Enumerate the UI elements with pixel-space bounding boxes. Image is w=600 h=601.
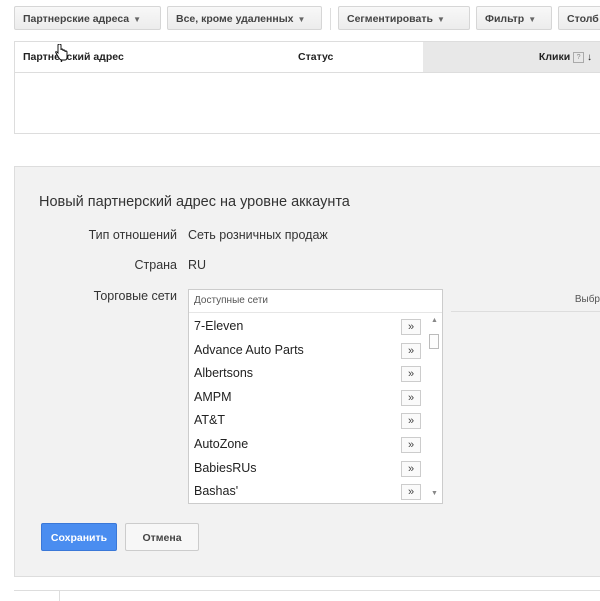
col-partner-address[interactable]: Партнерский адрес <box>23 42 124 72</box>
add-network-button[interactable]: » <box>401 389 421 406</box>
add-network-button[interactable]: » <box>401 460 421 477</box>
add-network-button[interactable]: » <box>401 484 421 501</box>
networks-list: 7-Eleven» Advance Auto Parts» Albertsons» A… <box>189 315 425 504</box>
col-status[interactable]: Статус <box>298 42 333 72</box>
chevron-down-icon: ▼ <box>297 15 306 24</box>
network-name: AMPM <box>194 389 232 404</box>
filter-label: Фильтр <box>485 13 525 25</box>
add-network-button[interactable]: » <box>401 413 421 430</box>
partner-addresses-table: Партнерский адрес Статус Клики ? ↓ <box>14 41 600 134</box>
chevron-down-icon: ▼ <box>528 15 537 24</box>
chevron-down-icon: ▼ <box>133 15 142 24</box>
segment-dropdown[interactable]: Сегментировать ▼ <box>338 6 470 30</box>
network-name: BabiesRUs <box>194 460 257 475</box>
list-item: 7-Eleven » <box>189 315 425 339</box>
network-name: Albertsons <box>194 366 254 381</box>
table-header: Партнерский адрес Статус Клики ? ↓ <box>15 42 600 73</box>
columns-dropdown[interactable]: Столб <box>558 6 600 30</box>
scroll-down-icon[interactable]: ▼ <box>431 490 438 497</box>
divider <box>59 591 60 601</box>
list-item: AutoZone » <box>189 433 425 457</box>
relation-type-label: Тип отношений <box>88 228 177 242</box>
add-network-button[interactable]: » <box>401 319 421 335</box>
segment-label: Сегментировать <box>347 13 433 25</box>
scroll-thumb[interactable] <box>429 334 439 349</box>
new-partner-address-form: Новый партнерский адрес на уровне аккаун… <box>14 166 600 577</box>
country-value: RU <box>188 258 207 272</box>
list-item: Bashas' » <box>189 480 425 504</box>
status-filter-label: Все, кроме удаленных <box>176 13 294 25</box>
relation-type-value: Сеть розничных продаж <box>188 228 328 242</box>
list-item: AMPM » <box>189 386 425 410</box>
network-name: Advance Auto Parts <box>194 342 304 357</box>
add-network-button[interactable]: » <box>401 436 421 453</box>
selected-networks-header: Выбр <box>451 289 600 312</box>
help-icon[interactable]: ? <box>573 51 585 63</box>
col-clicks-label: Клики <box>538 51 571 63</box>
col-clicks[interactable]: Клики ? ↓ <box>423 42 600 72</box>
filter-dropdown[interactable]: Фильтр ▼ <box>476 6 552 30</box>
network-name: AutoZone <box>194 436 249 451</box>
toolbar-divider <box>330 8 331 30</box>
columns-label: Столб <box>567 13 599 25</box>
list-item: AT&T » <box>189 409 425 433</box>
chevron-down-icon: ▼ <box>436 15 445 24</box>
sort-down-icon: ↓ <box>587 52 592 63</box>
network-name: 7-Eleven <box>194 319 244 333</box>
networks-scrollbar[interactable]: ▲ ▼ <box>427 315 442 501</box>
networks-label: Торговые сети <box>93 289 177 303</box>
available-networks-header: Доступные сети <box>189 290 442 313</box>
available-networks-list: Доступные сети 7-Eleven» Advance Auto Par… <box>188 289 443 504</box>
network-name: AT&T <box>194 413 226 428</box>
add-network-button[interactable]: » <box>401 366 421 383</box>
save-button[interactable]: Сохранить <box>41 523 117 551</box>
network-name: Bashas' <box>194 484 239 499</box>
form-title: Новый партнерский адрес на уровне аккаун… <box>39 194 350 210</box>
status-filter-dropdown[interactable]: Все, кроме удаленных ▼ <box>167 6 322 30</box>
selected-networks-label: Выбр <box>574 294 600 305</box>
country-label: Страна <box>134 258 177 272</box>
scroll-up-icon[interactable]: ▲ <box>431 317 438 324</box>
list-item: BabiesRUs » <box>189 457 425 481</box>
partner-addresses-dropdown[interactable]: Партнерские адреса ▼ <box>14 6 161 30</box>
list-item: Albertsons » <box>189 362 425 386</box>
toolbar: Партнерские адреса ▼ Все, кроме удаленных… <box>14 6 600 32</box>
cancel-button[interactable]: Отмена <box>125 523 199 551</box>
partner-addresses-label: Партнерские адреса <box>23 13 130 25</box>
list-item: Advance Auto Parts » <box>189 339 425 363</box>
hand-cursor-icon <box>55 44 68 61</box>
add-network-button[interactable]: » <box>401 342 421 359</box>
